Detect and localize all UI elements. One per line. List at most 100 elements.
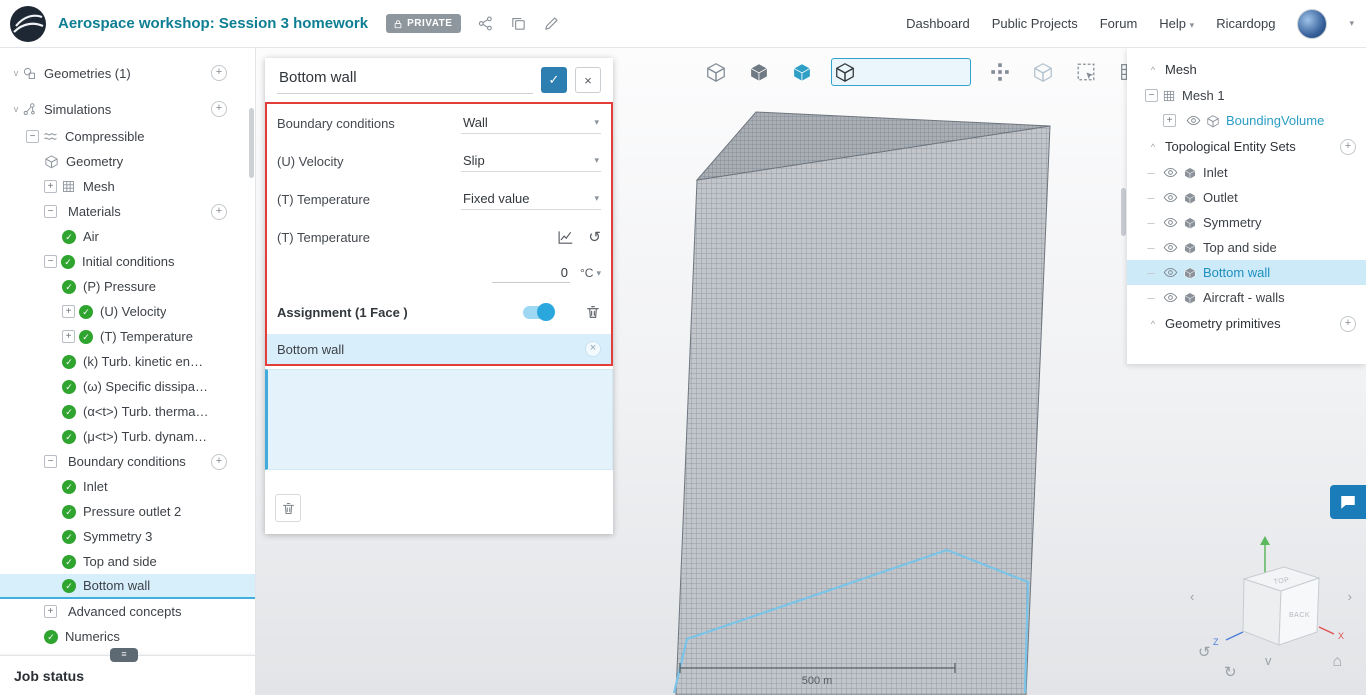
- sidebar-item-boundary-conditions[interactable]: − Boundary conditions +: [0, 449, 255, 474]
- rpanel-item-symmetry[interactable]: – Symmetry: [1127, 210, 1366, 235]
- sidebar-item-simulations[interactable]: v Simulations +: [0, 94, 255, 124]
- collapse-icon[interactable]: −: [44, 205, 57, 218]
- temperature-select[interactable]: Fixed value ▾: [461, 188, 601, 210]
- collapse-icon[interactable]: −: [44, 455, 57, 468]
- chevron-up-icon[interactable]: ^: [1147, 319, 1159, 329]
- chevron-up-icon[interactable]: ^: [1147, 142, 1159, 152]
- visibility-icon[interactable]: [1163, 265, 1178, 280]
- topological-entity-sets-header[interactable]: ^ Topological Entity Sets +: [1127, 133, 1366, 160]
- selection-dropzone[interactable]: [265, 369, 613, 470]
- sidebar-item-compressible[interactable]: − Compressible: [0, 124, 255, 149]
- add-geometry-button[interactable]: +: [211, 65, 227, 81]
- add-entity-set-button[interactable]: +: [1340, 139, 1356, 155]
- delete-assignment-icon[interactable]: [585, 304, 601, 320]
- nav-username[interactable]: Ricardopg: [1216, 16, 1275, 31]
- rpanel-item-boundingvolume[interactable]: + BoundingVolume: [1127, 108, 1366, 133]
- add-simulation-button[interactable]: +: [211, 101, 227, 117]
- add-boundary-condition-button[interactable]: +: [211, 454, 227, 470]
- cube-left-face[interactable]: [1243, 579, 1281, 645]
- sidebar-item-advanced-concepts[interactable]: + Advanced concepts: [0, 599, 255, 624]
- view-surface-mesh-button[interactable]: [788, 58, 816, 86]
- sidebar-item-inlet[interactable]: ✓ Inlet: [0, 474, 255, 499]
- rpanel-item-outlet[interactable]: – Outlet: [1127, 185, 1366, 210]
- sidebar-item-velocity[interactable]: + ✓ (U) Velocity: [0, 299, 255, 324]
- share-icon[interactable]: [477, 15, 494, 32]
- visibility-icon[interactable]: [1163, 240, 1178, 255]
- sidebar-item-air[interactable]: ✓ Air: [0, 224, 255, 249]
- panel-title-input[interactable]: Bottom wall: [277, 66, 533, 94]
- sidebar-item-geometry[interactable]: Geometry: [0, 149, 255, 174]
- reset-icon[interactable]: ↺: [588, 228, 601, 246]
- copy-icon[interactable]: [510, 15, 527, 32]
- sidebar-item-mesh[interactable]: + Mesh: [0, 174, 255, 199]
- transform-tool-button[interactable]: [986, 58, 1014, 86]
- sidebar-scrollbar[interactable]: [249, 108, 254, 178]
- nav-dashboard[interactable]: Dashboard: [906, 16, 970, 31]
- sidebar-item-geometries[interactable]: v Geometries (1) +: [0, 58, 255, 88]
- visibility-icon[interactable]: [1163, 190, 1178, 205]
- sidebar-item-symmetry-3[interactable]: ✓ Symmetry 3: [0, 524, 255, 549]
- collapse-icon[interactable]: −: [26, 130, 39, 143]
- home-view-icon[interactable]: ⌂: [1332, 653, 1342, 671]
- chevron-up-icon[interactable]: ^: [1147, 65, 1159, 75]
- expand-icon[interactable]: +: [1163, 114, 1176, 127]
- rpanel-item-inlet[interactable]: – Inlet: [1127, 160, 1366, 185]
- orientation-cube[interactable]: TOP BACK X Z ‹ › v ↺ ↻ ⌂: [1186, 531, 1362, 693]
- visibility-icon[interactable]: [1163, 215, 1178, 230]
- sidebar-item-specific-dissipation[interactable]: ✓ (ω) Specific dissipation...: [0, 374, 255, 399]
- assignment-toggle[interactable]: [523, 306, 553, 319]
- rotate-right-chevron[interactable]: ›: [1348, 589, 1352, 604]
- sidebar-item-pressure[interactable]: ✓ (P) Pressure: [0, 274, 255, 299]
- visibility-icon[interactable]: [1163, 290, 1178, 305]
- box-select-tool-button[interactable]: [1072, 58, 1100, 86]
- sidebar-item-turb-thermal-diffusivity[interactable]: ✓ (α<t>) Turb. thermal di...: [0, 399, 255, 424]
- nav-help[interactable]: Help ▾: [1159, 16, 1194, 31]
- avatar[interactable]: [1297, 9, 1327, 39]
- temperature-input[interactable]: [492, 263, 570, 283]
- rotate-left-chevron[interactable]: ‹: [1190, 589, 1194, 604]
- edit-icon[interactable]: [543, 15, 560, 32]
- collapse-sidebar-button[interactable]: ≡: [110, 648, 138, 662]
- sidebar-item-turb-kinetic-energy[interactable]: ✓ (k) Turb. kinetic energy: [0, 349, 255, 374]
- sidebar-item-materials[interactable]: − Materials +: [0, 199, 255, 224]
- close-button[interactable]: ×: [575, 67, 601, 93]
- add-material-button[interactable]: +: [211, 204, 227, 220]
- chat-button[interactable]: [1330, 485, 1366, 519]
- rpanel-item-bottom-wall[interactable]: – Bottom wall: [1127, 260, 1366, 285]
- view-transparent-button[interactable]: [1029, 58, 1057, 86]
- rpanel-item-aircraft-walls[interactable]: – Aircraft - walls: [1127, 285, 1366, 310]
- sidebar-item-bottom-wall[interactable]: ✓ Bottom wall: [0, 574, 255, 599]
- mesh-section-header[interactable]: ^ Mesh: [1127, 56, 1366, 83]
- sidebar-item-top-and-side[interactable]: ✓ Top and side: [0, 549, 255, 574]
- view-standard-button[interactable]: [702, 58, 730, 86]
- rotate-ccw-icon[interactable]: ↺: [1198, 643, 1211, 661]
- table-chart-icon[interactable]: [557, 229, 574, 246]
- collapse-icon[interactable]: −: [1145, 89, 1158, 102]
- expand-icon[interactable]: +: [44, 605, 57, 618]
- assignment-chip[interactable]: Bottom wall ×: [267, 334, 611, 364]
- geometry-primitives-header[interactable]: ^ Geometry primitives +: [1127, 310, 1366, 337]
- nav-forum[interactable]: Forum: [1100, 16, 1138, 31]
- app-logo[interactable]: [10, 6, 46, 42]
- sidebar-item-initial-conditions[interactable]: − ✓ Initial conditions: [0, 249, 255, 274]
- sidebar-item-temperature[interactable]: + ✓ (T) Temperature: [0, 324, 255, 349]
- unit-select[interactable]: °C ▾: [580, 266, 601, 280]
- rotate-down-chevron[interactable]: v: [1265, 653, 1272, 668]
- delete-button[interactable]: [275, 494, 301, 522]
- rpanel-item-top-and-side[interactable]: – Top and side: [1127, 235, 1366, 260]
- expand-icon[interactable]: +: [44, 180, 57, 193]
- add-primitive-button[interactable]: +: [1340, 316, 1356, 332]
- chevron-down-icon[interactable]: v: [10, 104, 22, 114]
- view-solid-button[interactable]: [745, 58, 773, 86]
- expand-icon[interactable]: +: [62, 330, 75, 343]
- nav-public-projects[interactable]: Public Projects: [992, 16, 1078, 31]
- visibility-icon[interactable]: [1163, 165, 1178, 180]
- view-mesh-active-button[interactable]: [831, 58, 971, 86]
- visibility-icon[interactable]: [1186, 113, 1201, 128]
- remove-chip-button[interactable]: ×: [585, 341, 601, 357]
- collapse-icon[interactable]: −: [44, 255, 57, 268]
- apply-button[interactable]: ✓: [541, 67, 567, 93]
- expand-icon[interactable]: +: [62, 305, 75, 318]
- boundary-type-select[interactable]: Wall ▾: [461, 112, 601, 134]
- chevron-down-icon[interactable]: v: [10, 68, 22, 78]
